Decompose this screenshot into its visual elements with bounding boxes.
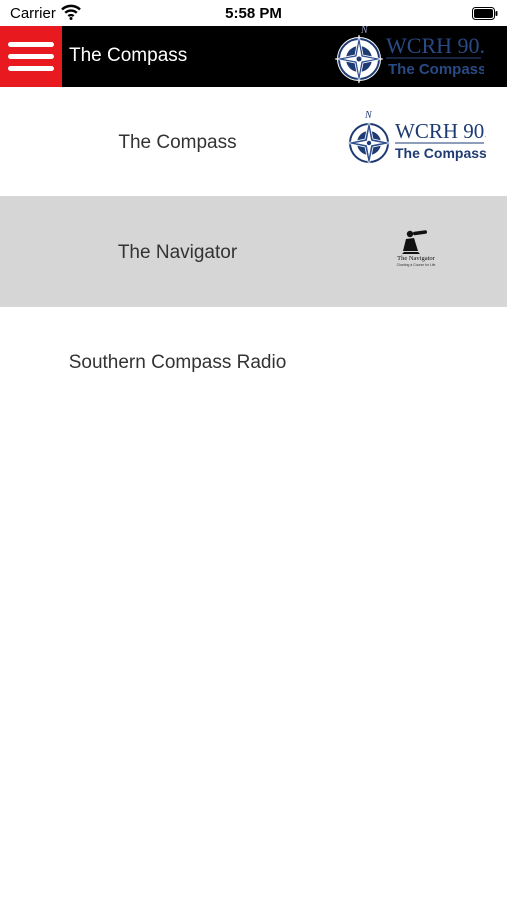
battery-icon bbox=[472, 7, 498, 20]
nav-logo-tagline: The Compass bbox=[388, 61, 484, 78]
compass-north-mark: N bbox=[364, 110, 373, 121]
station-row-the-compass[interactable]: The Compass N WCRH 90.5 The Compass bbox=[0, 87, 507, 197]
station-row-southern-compass-radio[interactable]: Southern Compass Radio bbox=[0, 307, 507, 417]
station-name: The Navigator bbox=[117, 242, 238, 263]
status-bar: Carrier 5:58 PM bbox=[0, 0, 507, 26]
compass-north-mark: N bbox=[360, 26, 369, 36]
station-logo-navigator: The Navigator Charting a Course for Life bbox=[397, 230, 436, 267]
station-name: The Compass bbox=[118, 132, 237, 153]
navigator-logo-brand: The Navigator bbox=[397, 255, 436, 262]
station-name: Southern Compass Radio bbox=[68, 352, 287, 373]
nav-title: The Compass bbox=[69, 45, 188, 66]
row-logo-tagline: The Compass bbox=[395, 145, 486, 161]
nav-station-logo: N WCRH 90.5 The Compass bbox=[334, 26, 484, 84]
nav-bar: The Compass N WCRH 90.5 The Compass bbox=[0, 26, 507, 87]
row-logo-brand: WCRH 90.5 bbox=[395, 119, 486, 143]
station-list: The Compass N WCRH 90.5 The Compass The … bbox=[0, 87, 507, 417]
navigator-silhouette-icon bbox=[402, 230, 428, 254]
navigator-logo-tagline: Charting a Course for Life bbox=[397, 263, 436, 267]
station-logo-compass: N WCRH 90.5 The Compass bbox=[345, 110, 486, 166]
compass-rose-icon bbox=[334, 34, 384, 84]
menu-button[interactable] bbox=[0, 26, 62, 87]
station-row-the-navigator[interactable]: The Navigator The Navigator Charting a C… bbox=[0, 197, 507, 307]
nav-logo-brand: WCRH 90.5 bbox=[386, 33, 484, 58]
compass-rose-icon bbox=[345, 119, 393, 166]
status-time: 5:58 PM bbox=[225, 5, 282, 22]
